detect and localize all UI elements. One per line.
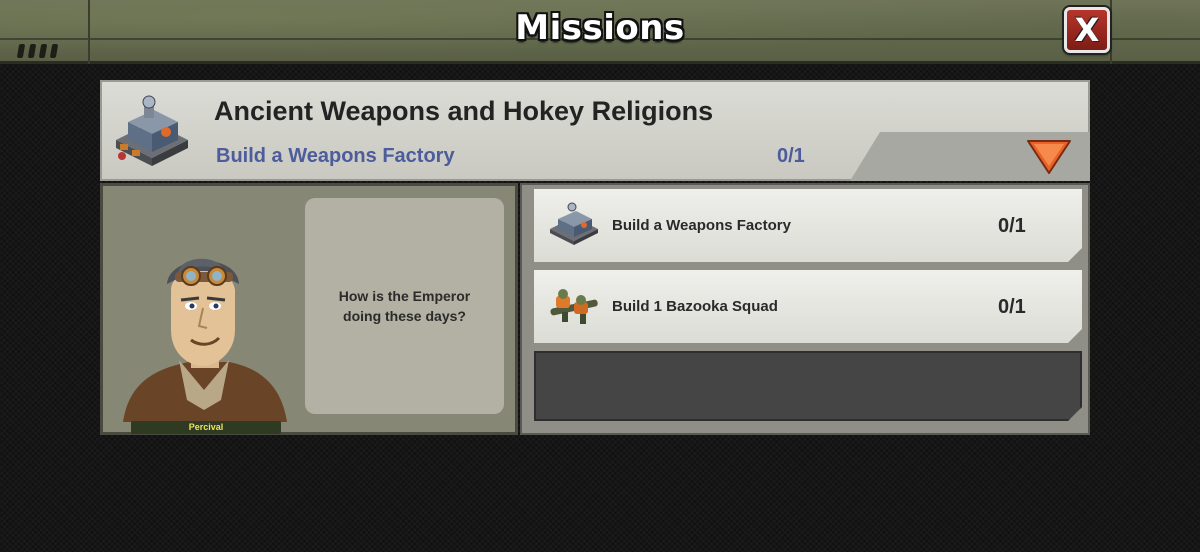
character-portrait	[123, 258, 287, 422]
speech-bubble: How is the Emperor doing these days?	[305, 198, 504, 414]
close-icon: X	[1074, 11, 1100, 49]
mission-objective: Build a Weapons Factory	[216, 145, 455, 167]
empty-task-slot	[534, 351, 1082, 421]
bazooka-squad-icon	[546, 282, 602, 328]
window-title: Missions	[515, 8, 685, 48]
task-count: 0/1	[998, 296, 1026, 318]
task-count: 0/1	[998, 215, 1026, 237]
tasks-panel: Build a Weapons Factory 0/1 Build 1 Bazo…	[520, 183, 1090, 435]
task-row[interactable]: Build 1 Bazooka Squad 0/1	[534, 270, 1082, 343]
top-bar: Missions X	[0, 0, 1200, 64]
task-label: Build a Weapons Factory	[612, 217, 791, 234]
mission-progress: 0/1	[777, 145, 805, 167]
task-label: Build 1 Bazooka Squad	[612, 298, 778, 315]
weapons-factory-icon	[116, 95, 188, 166]
weapons-factory-icon	[546, 201, 602, 247]
dialogue-text: How is the Emperor doing these days?	[338, 288, 471, 324]
dialogue-panel: Percival How is the Emperor doing these …	[100, 183, 518, 435]
collapse-arrow-icon[interactable]	[1026, 138, 1072, 176]
task-row[interactable]: Build a Weapons Factory 0/1	[534, 189, 1082, 262]
close-button[interactable]: X	[1064, 7, 1110, 53]
character-name: Percival	[131, 421, 281, 434]
mission-title: Ancient Weapons and Hokey Religions	[214, 96, 714, 126]
mission-header: Ancient Weapons and Hokey Religions Buil…	[100, 80, 1090, 181]
